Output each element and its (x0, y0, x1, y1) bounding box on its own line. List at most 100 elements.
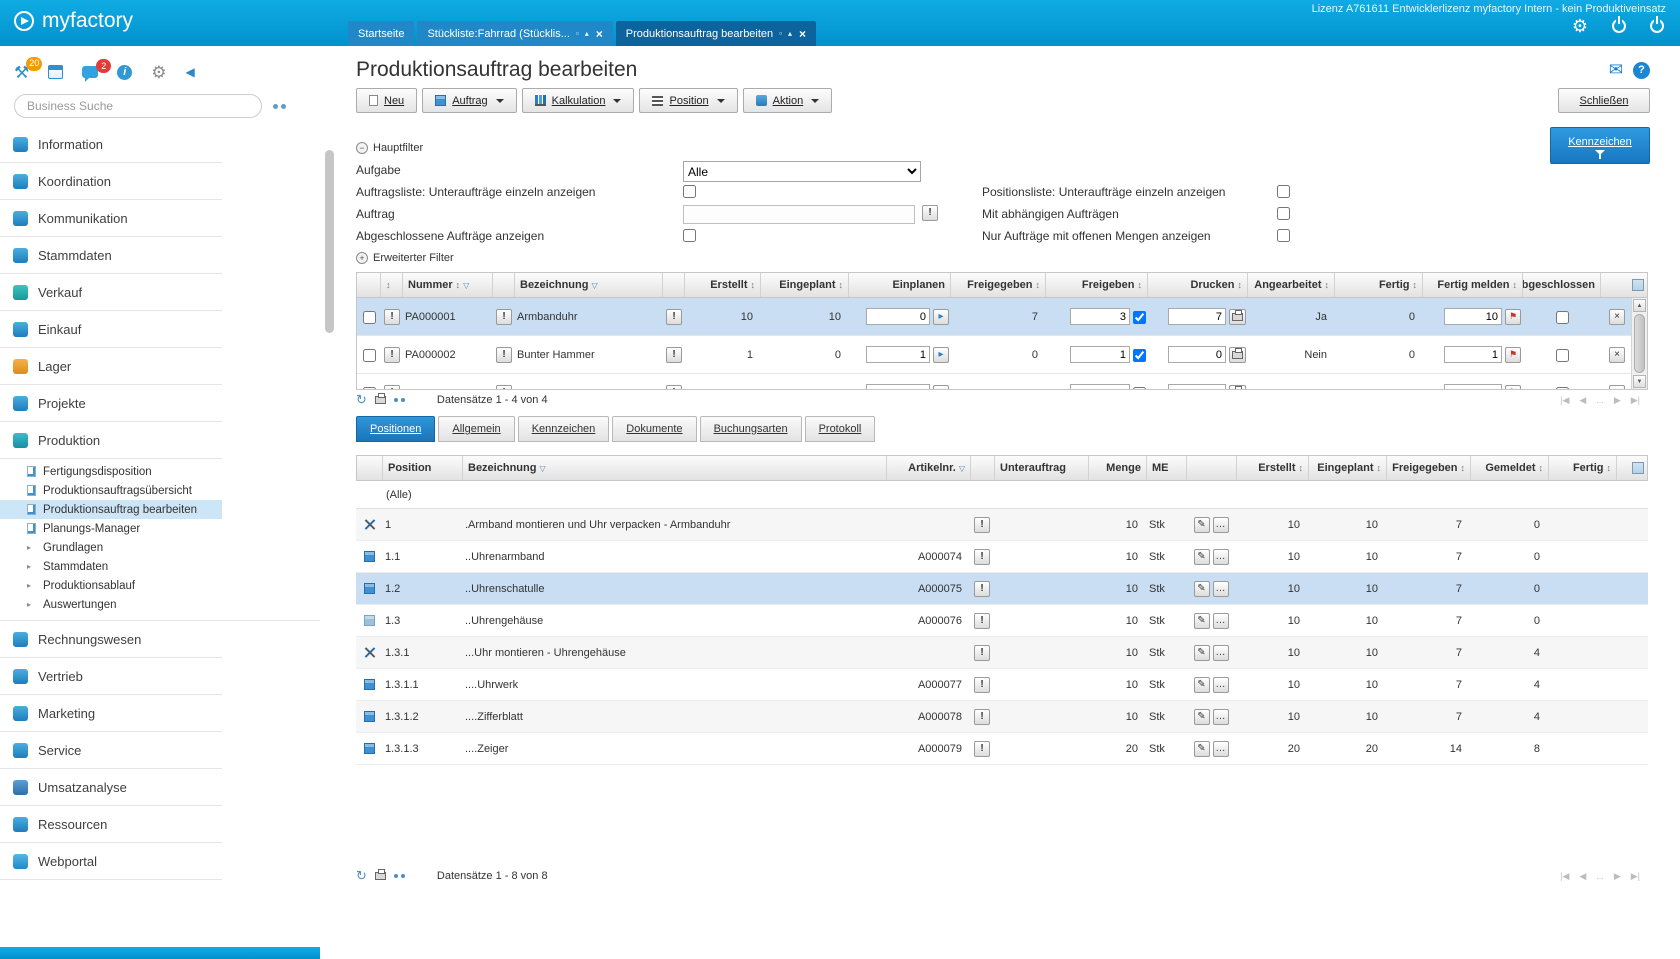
position-row[interactable]: 1.3.1.1....UhrwerkA000077!10Stk✎…101074 (356, 669, 1648, 701)
export-icon[interactable] (394, 398, 405, 402)
abgeschlossen-checkbox[interactable] (1556, 311, 1569, 324)
sidebar-item-ressourcen[interactable]: Ressourcen (0, 806, 222, 843)
mail-icon[interactable]: ✉ (1609, 60, 1623, 80)
freigeben-checkbox[interactable] (1133, 349, 1146, 362)
edit-position-button[interactable]: ✎ (1194, 613, 1210, 629)
auftragsliste-checkbox[interactable] (683, 185, 696, 198)
info-button[interactable]: ! (974, 709, 990, 725)
position-button[interactable]: Position (639, 88, 737, 113)
tab-allgemein[interactable]: Allgemein (438, 416, 514, 442)
sort-icon[interactable]: ↕ (1299, 463, 1304, 473)
sort-icon[interactable]: ↕ (1036, 280, 1041, 290)
more-options-button[interactable]: … (1213, 581, 1229, 597)
sidebar-item-marketing[interactable]: Marketing (0, 695, 222, 732)
logoff-icon[interactable] (1612, 19, 1626, 33)
more-options-button[interactable]: … (1213, 613, 1229, 629)
sort-icon[interactable]: ↕ (1539, 463, 1544, 473)
sidebar-item-projekte[interactable]: Projekte (0, 385, 222, 422)
tab-kennzeichen[interactable]: Kennzeichen (518, 416, 610, 442)
fertig-melden-input[interactable] (1444, 308, 1502, 325)
edit-position-button[interactable]: ✎ (1194, 677, 1210, 693)
info-button[interactable]: ! (384, 309, 400, 325)
sidebar-item-umsatzanalyse[interactable]: Umsatzanalyse (0, 769, 222, 806)
shutdown-icon[interactable] (1650, 19, 1664, 33)
edit-position-button[interactable]: ✎ (1194, 645, 1210, 661)
abgeschlossen-checkbox[interactable] (1556, 349, 1569, 362)
tab-dokumente[interactable]: Dokumente (612, 416, 696, 442)
sidebar-item-information[interactable]: Information (0, 126, 222, 163)
tab-state-icon[interactable]: ▫ (779, 29, 782, 38)
filter-icon[interactable]: ▽ (959, 464, 965, 473)
sidebar-item-produktion[interactable]: Produktion (0, 422, 222, 459)
einplanen-button[interactable]: ▸ (933, 309, 949, 325)
sort-icon[interactable]: ↕ (1377, 463, 1382, 473)
filter-icon[interactable]: ▽ (463, 281, 469, 290)
business-search-input[interactable] (14, 94, 262, 118)
next-page-icon[interactable]: ▶ (1614, 871, 1621, 882)
freigeben-input[interactable] (1070, 308, 1130, 325)
collapse-sidebar-icon[interactable]: ◀ (186, 66, 195, 78)
sidebar-item-vertrieb[interactable]: Vertrieb (0, 658, 222, 695)
sort-icon[interactable]: ↕ (839, 280, 844, 290)
info-button[interactable]: ! (974, 549, 990, 565)
order-row[interactable]: !PA000002!Bunter Hammer!10▸0Nein0⚑× (357, 336, 1633, 374)
tab-startseite[interactable]: Startseite (348, 21, 414, 46)
info-button[interactable]: ! (496, 309, 512, 325)
tools-icon[interactable]: ⚙ (151, 64, 166, 81)
auftrag-button[interactable]: Auftrag (422, 88, 516, 113)
tab-stückliste-fahrrad-stücklis[interactable]: Stückliste:Fahrrad (Stücklis...▫▴× (417, 21, 612, 46)
abhaengige-checkbox[interactable] (1277, 207, 1290, 220)
info-button[interactable]: ! (384, 347, 400, 363)
scroll-down-icon[interactable]: ▼ (1633, 375, 1646, 388)
info-button[interactable]: ! (974, 517, 990, 533)
sort-icon[interactable]: ↕ (1461, 463, 1466, 473)
scrollbar-thumb[interactable] (1634, 314, 1645, 373)
order-row[interactable]: !PA000001!Armbanduhr!1010▸7Ja0⚑× (357, 298, 1633, 336)
sidebar-item-einkauf[interactable]: Einkauf (0, 311, 222, 348)
more-options-button[interactable]: … (1213, 709, 1229, 725)
schliessen-button[interactable]: Schließen (1558, 88, 1650, 113)
sort-icon[interactable]: ↕ (456, 280, 461, 290)
drucken-input[interactable] (1168, 308, 1226, 325)
columns-icon[interactable] (1632, 279, 1644, 291)
position-row[interactable]: 1.3.1.2....ZifferblattA000078!10Stk✎…101… (356, 701, 1648, 733)
positionsliste-checkbox[interactable] (1277, 185, 1290, 198)
next-page-icon[interactable]: ▶ (1614, 395, 1621, 406)
offene-checkbox[interactable] (1277, 229, 1290, 242)
tab-positionen[interactable]: Positionen (356, 416, 435, 442)
print-icon[interactable] (375, 396, 386, 404)
more-options-button[interactable]: … (1213, 741, 1229, 757)
einplanen-input[interactable] (866, 308, 930, 325)
order-row[interactable]: !!!▸⚑× (357, 374, 1633, 390)
sort-icon[interactable]: ↕ (1325, 280, 1330, 290)
refresh-icon[interactable]: ↻ (356, 868, 367, 884)
position-row[interactable]: 1.3..UhrengehäuseA000076!10Stk✎…101070 (356, 605, 1648, 637)
drucken-input[interactable] (1168, 346, 1226, 363)
sidebar-subitem-stammdaten[interactable]: ▸Stammdaten (0, 557, 222, 576)
sidebar-item-rechnungswesen[interactable]: Rechnungswesen (0, 621, 222, 658)
info-button[interactable]: ! (666, 309, 682, 325)
production-tools-icon[interactable]: ⚒20 (14, 64, 29, 81)
einplanen-button[interactable]: ▸ (933, 347, 949, 363)
auftrag-input[interactable] (683, 205, 915, 224)
kennzeichen-button[interactable]: Kennzeichen (1550, 127, 1650, 164)
sidebar-scrollbar-thumb[interactable] (325, 150, 334, 333)
info-icon[interactable]: i (117, 65, 132, 80)
filter-icon[interactable]: ▽ (591, 281, 597, 290)
tab-close-icon[interactable]: × (596, 27, 603, 41)
drucken-button[interactable] (1229, 347, 1246, 363)
sidebar-subitem-produktionsauftragsübersicht[interactable]: Produktionsauftragsübersicht (0, 481, 222, 500)
drucken-button[interactable] (1229, 309, 1246, 325)
connector-icon[interactable] (273, 104, 286, 109)
tab-close-icon[interactable]: × (799, 27, 806, 41)
info-button[interactable]: ! (496, 347, 512, 363)
position-row[interactable]: 1.Armband montieren und Uhr verpacken - … (356, 509, 1648, 541)
position-row[interactable]: 1.3.1...Uhr montieren - Uhrengehäuse!10S… (356, 637, 1648, 669)
help-icon[interactable]: ? (1633, 62, 1650, 79)
sort-icon[interactable]: ↕ (1607, 463, 1612, 473)
settings-gear-icon[interactable]: ⚙ (1572, 17, 1588, 35)
info-button[interactable]: ! (974, 677, 990, 693)
columns-icon[interactable] (1632, 462, 1644, 474)
more-options-button[interactable]: … (1213, 677, 1229, 693)
sidebar-subitem-produktionsauftrag-bearbeiten[interactable]: Produktionsauftrag bearbeiten (0, 500, 222, 519)
